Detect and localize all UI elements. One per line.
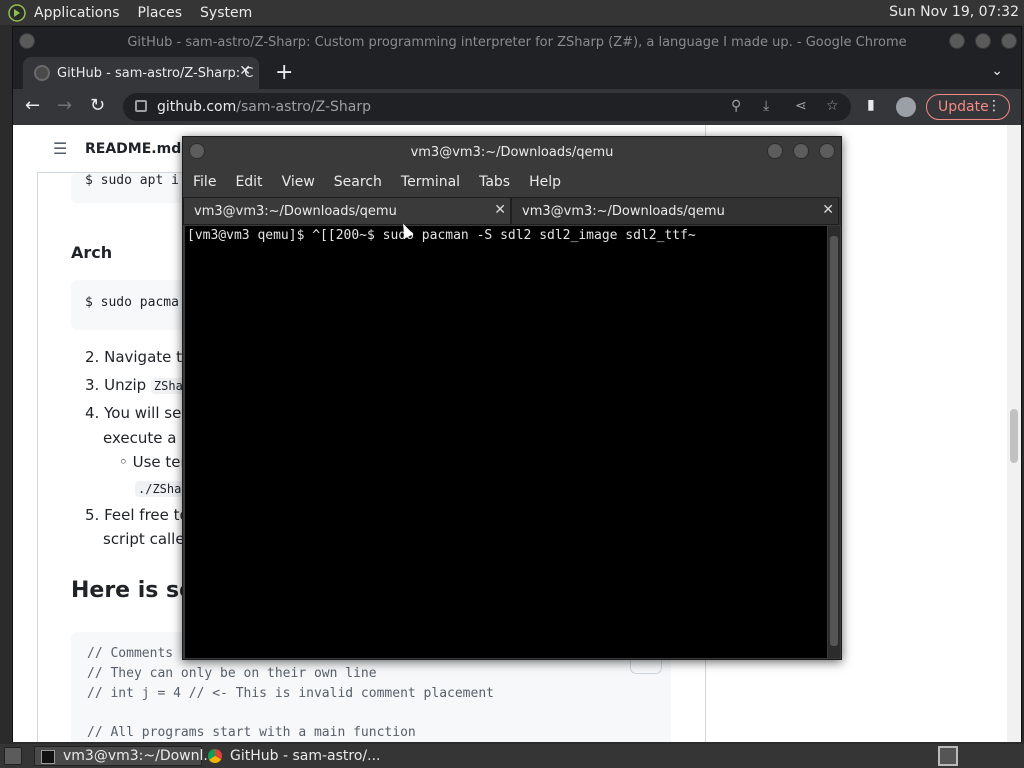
chrome-icon: [208, 749, 222, 763]
terminal-tab-bar: vm3@vm3:~/Downloads/qemu ✕ vm3@vm3:~/Dow…: [183, 197, 841, 225]
tab-close-icon[interactable]: ✕: [239, 63, 251, 79]
minimize-button[interactable]: [949, 33, 965, 49]
terminal-scrollbar-thumb[interactable]: [830, 236, 838, 646]
list-item: 4. You will see: [85, 404, 191, 422]
terminal-scrollbar[interactable]: [828, 226, 840, 658]
menu-edit[interactable]: Edit: [235, 174, 262, 190]
github-favicon-icon: [34, 65, 50, 81]
terminal-title: vm3@vm3:~/Downloads/qemu: [410, 144, 614, 160]
taskbar: vm3@vm3:~/Downl... GitHub - sam-astro/..…: [0, 744, 1024, 768]
bullet-code: ./ZSha: [135, 479, 185, 497]
tab-strip: GitHub - sam-astro/Z-Sharp: C ✕ + ⌄: [13, 57, 1021, 89]
install-app-icon[interactable]: ⤓: [763, 98, 769, 114]
list-item-line2: execute a s: [103, 429, 190, 447]
section-heading: Here is so: [71, 578, 195, 603]
forward-arrow-icon[interactable]: →: [57, 95, 72, 116]
taskbar-item-label: vm3@vm3:~/Downl...: [63, 748, 217, 764]
terminal-window: vm3@vm3:~/Downloads/qemu File Edit View …: [182, 136, 842, 660]
tab-github[interactable]: GitHub - sam-astro/Z-Sharp: C ✕: [23, 57, 259, 89]
code-line: // All programs start with a main functi…: [87, 725, 416, 740]
update-button[interactable]: Update ⋮: [926, 94, 1010, 120]
maximize-button[interactable]: [975, 33, 991, 49]
profile-avatar[interactable]: [896, 97, 916, 117]
window-title: GitHub - sam-astro/Z-Sharp: Custom progr…: [127, 34, 907, 50]
reload-icon[interactable]: ↻: [90, 95, 105, 116]
side-panel-icon[interactable]: ▮: [867, 97, 875, 113]
terminal-titlebar[interactable]: vm3@vm3:~/Downloads/qemu: [183, 137, 841, 167]
code-line: // They can only be on their own line: [87, 666, 377, 681]
menu-tabs[interactable]: Tabs: [479, 174, 510, 190]
close-tab-icon[interactable]: ✕: [822, 202, 834, 218]
os-logo-icon[interactable]: [8, 3, 26, 22]
terminal-close-button[interactable]: [819, 143, 835, 159]
close-tab-icon[interactable]: ✕: [494, 202, 506, 218]
terminal-tab-label: vm3@vm3:~/Downloads/qemu: [522, 203, 725, 219]
terminal-window-menu-button[interactable]: [189, 143, 205, 159]
browser-toolbar: ← → ↻ github.com/sam-astro/Z-Sharp ⚲ ⤓ ⋖…: [13, 89, 1021, 125]
page-scrollbar[interactable]: [1007, 125, 1021, 742]
taskbar-item-chrome[interactable]: GitHub - sam-astro/...: [202, 746, 382, 766]
list-item-line2: script called: [103, 530, 195, 548]
close-button[interactable]: [1001, 33, 1017, 49]
workspace-switcher[interactable]: [938, 746, 958, 766]
chrome-titlebar[interactable]: GitHub - sam-astro/Z-Sharp: Custom progr…: [13, 27, 1021, 57]
url-host: github.com: [157, 99, 237, 115]
terminal-tab-1[interactable]: vm3@vm3:~/Downloads/qemu ✕: [183, 197, 511, 225]
show-desktop-button[interactable]: [4, 747, 22, 765]
terminal-tab-2[interactable]: vm3@vm3:~/Downloads/qemu ✕: [511, 197, 839, 225]
clock[interactable]: Sun Nov 19, 07:32: [889, 4, 1019, 20]
site-info-icon[interactable]: [135, 100, 147, 112]
code-line: $ sudo pacma: [85, 295, 179, 310]
terminal-output[interactable]: [vm3@vm3 qemu]$ ^[[200~$ sudo pacman -S …: [185, 226, 827, 658]
window-menu-button[interactable]: [19, 33, 35, 49]
scrollbar-thumb[interactable]: [1010, 409, 1018, 463]
more-menu-icon[interactable]: ⋮: [987, 98, 1001, 114]
places-menu[interactable]: Places: [138, 5, 183, 21]
menu-view[interactable]: View: [282, 174, 315, 190]
share-icon[interactable]: ⋖: [795, 98, 807, 114]
terminal-icon: [41, 750, 55, 764]
tab-title: GitHub - sam-astro/Z-Sharp: C: [57, 65, 254, 81]
terminal-minimize-button[interactable]: [767, 143, 783, 159]
arch-heading: Arch: [71, 243, 113, 262]
inline-code: ZSha: [150, 378, 186, 394]
list-item: 2. Navigate to: [85, 348, 192, 366]
url-path: /sam-astro/Z-Sharp: [236, 99, 371, 115]
bullet-item: ◦ Use ter: [119, 453, 187, 471]
new-tab-button[interactable]: +: [275, 60, 293, 85]
code-line: $ sudo apt i: [85, 173, 179, 188]
terminal-menubar: File Edit View Search Terminal Tabs Help: [183, 167, 841, 197]
top-panel: Applications Places System Sun Nov 19, 0…: [0, 0, 1024, 25]
update-label: Update: [938, 99, 989, 115]
terminal-maximize-button[interactable]: [793, 143, 809, 159]
system-menu[interactable]: System: [200, 5, 252, 21]
code-line: // int j = 4 // <- This is invalid comme…: [87, 686, 494, 701]
terminal-tab-label: vm3@vm3:~/Downloads/qemu: [194, 203, 397, 219]
search-icon[interactable]: ⚲: [731, 98, 741, 114]
outline-list-icon[interactable]: ☰: [53, 139, 73, 158]
menu-search[interactable]: Search: [334, 174, 382, 190]
taskbar-item-label: GitHub - sam-astro/...: [230, 748, 381, 764]
bookmark-star-icon[interactable]: ☆: [826, 98, 839, 114]
readme-title[interactable]: README.md: [85, 141, 181, 157]
list-item: 5. Feel free to: [85, 506, 189, 524]
readme-border: [37, 173, 38, 742]
back-arrow-icon[interactable]: ←: [25, 95, 40, 116]
taskbar-item-terminal[interactable]: vm3@vm3:~/Downl...: [34, 746, 217, 766]
code-line: // Comments: [87, 646, 174, 661]
menu-file[interactable]: File: [193, 174, 216, 190]
list-item: 3. Unzip ZSha: [85, 376, 186, 394]
address-bar[interactable]: github.com/sam-astro/Z-Sharp ⚲ ⤓ ⋖ ☆: [123, 93, 851, 121]
applications-menu[interactable]: Applications: [34, 5, 120, 21]
tab-search-chevron-icon[interactable]: ⌄: [991, 63, 1003, 79]
menu-help[interactable]: Help: [529, 174, 561, 190]
menu-terminal[interactable]: Terminal: [401, 174, 460, 190]
